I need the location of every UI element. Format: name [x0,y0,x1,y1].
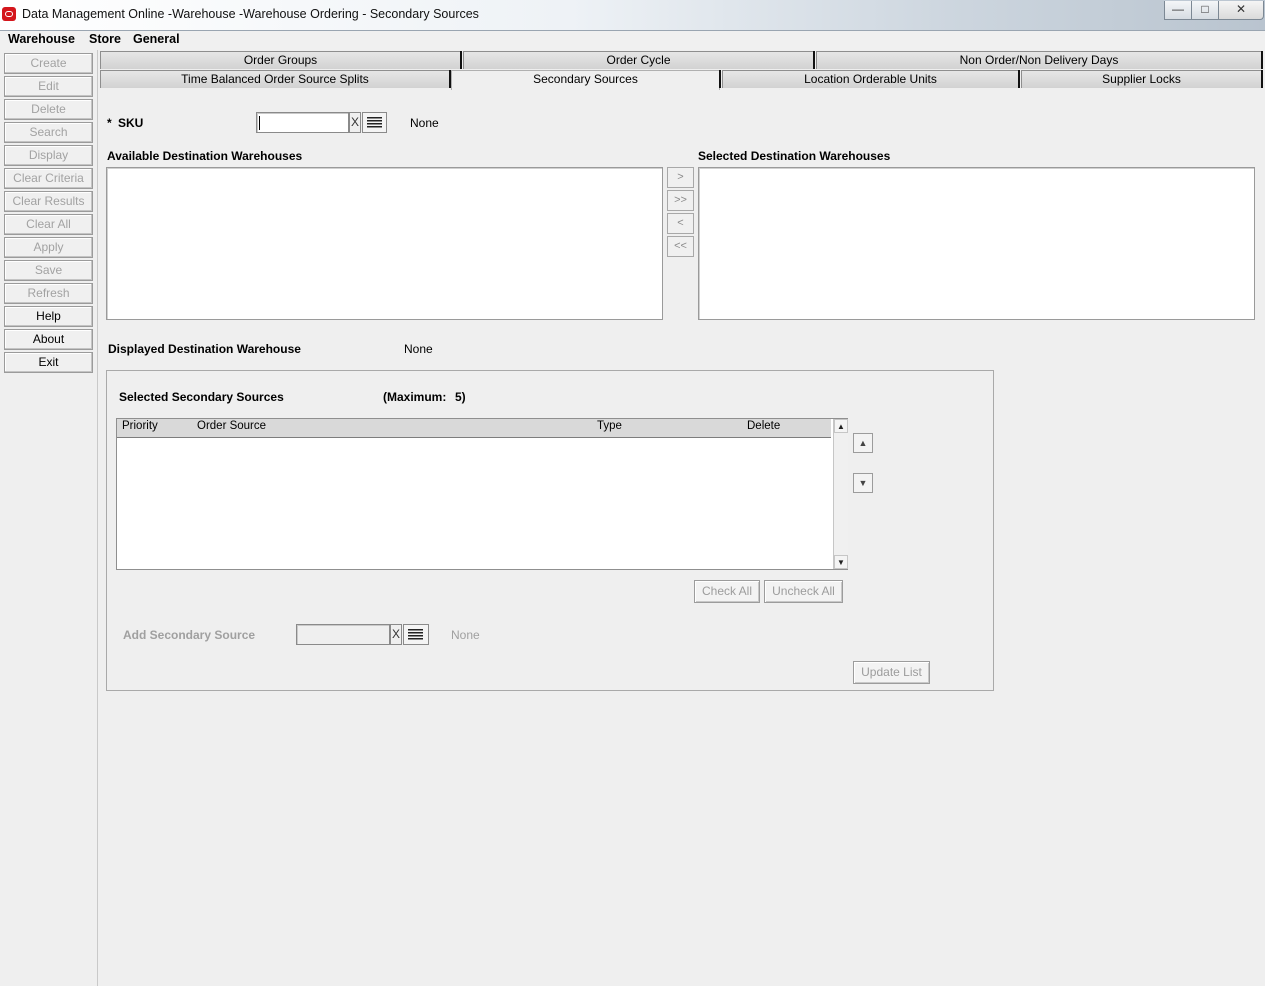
move-left-button[interactable]: < [667,213,694,234]
column-type[interactable]: Type [597,420,622,432]
maximum-value: 5) [455,390,466,404]
tab-secondary-sources[interactable]: Secondary Sources [451,70,721,90]
add-secondary-source-input[interactable] [296,624,390,645]
search-button[interactable]: Search [4,122,93,143]
minimize-button[interactable]: — [1164,1,1192,20]
exit-button[interactable]: Exit [4,352,93,373]
required-marker: * [107,116,112,130]
selected-warehouses-label: Selected Destination Warehouses [698,149,891,163]
tab-separator [716,70,721,88]
column-delete[interactable]: Delete [747,420,780,432]
sku-description: None [410,116,439,130]
available-warehouses-label: Available Destination Warehouses [107,149,303,163]
tab-label: Order Cycle [606,53,671,67]
tab-order-cycle[interactable]: Order Cycle [463,51,815,69]
secondary-sources-title: Selected Secondary Sources [119,390,284,404]
tab-order-groups[interactable]: Order Groups [100,51,462,69]
add-source-list-button[interactable] [403,624,429,645]
column-priority[interactable]: Priority [122,420,158,432]
add-source-description: None [451,628,480,642]
clear-all-button[interactable]: Clear All [4,214,93,235]
sku-list-button[interactable] [362,112,387,133]
tab-label: Secondary Sources [533,72,638,86]
move-down-icon[interactable]: ▼ [853,473,873,493]
display-button[interactable]: Display [4,145,93,166]
tab-label: Supplier Locks [1102,72,1181,86]
move-all-left-button[interactable]: << [667,236,694,257]
tab-separator [457,51,462,69]
uncheck-all-button[interactable]: Uncheck All [764,580,843,603]
create-button[interactable]: Create [4,53,93,74]
tab-supplier-locks[interactable]: Supplier Locks [1021,70,1263,88]
tab-time-balanced[interactable]: Time Balanced Order Source Splits [100,70,451,88]
tab-location-orderable-units[interactable]: Location Orderable Units [722,70,1020,88]
menu-bar: Warehouse Store General [0,31,1265,50]
list-icon [408,629,423,641]
table-header: Priority Order Source Type Delete [117,419,831,438]
maximize-button[interactable]: □ [1191,1,1219,20]
menu-warehouse[interactable]: Warehouse [6,32,77,46]
window-title: Data Management Online -Warehouse -Wareh… [22,7,479,21]
tab-label: Non Order/Non Delivery Days [959,53,1119,67]
menu-general[interactable]: General [131,32,182,46]
update-list-button[interactable]: Update List [853,661,930,684]
column-order-source[interactable]: Order Source [197,420,266,432]
tab-label: Order Groups [243,53,318,67]
displayed-warehouse-value: None [404,342,433,356]
sku-clear-button[interactable]: X [349,112,361,133]
text-caret [259,116,260,130]
clear-results-button[interactable]: Clear Results [4,191,93,212]
clear-criteria-button[interactable]: Clear Criteria [4,168,93,189]
available-warehouses-list[interactable] [106,167,663,320]
move-all-right-button[interactable]: >> [667,190,694,211]
tab-label: Location Orderable Units [804,72,937,86]
secondary-sources-table[interactable]: Priority Order Source Type Delete ▲ ▼ [116,418,848,570]
menu-store[interactable]: Store [87,32,123,46]
apply-button[interactable]: Apply [4,237,93,258]
add-source-clear-button[interactable]: X [390,624,402,645]
move-right-button[interactable]: > [667,167,694,188]
maximum-label: (Maximum: [383,390,447,404]
title-bar: Data Management Online -Warehouse -Wareh… [0,0,1265,31]
delete-button[interactable]: Delete [4,99,93,120]
close-button[interactable]: ✕ [1218,1,1264,20]
tab-separator [1258,51,1263,69]
list-icon [367,117,382,129]
tab-separator [1258,70,1263,88]
check-all-button[interactable]: Check All [694,580,760,603]
action-sidebar: Create Edit Delete Search Display Clear … [0,50,98,986]
move-up-icon[interactable]: ▲ [853,433,873,453]
oracle-app-icon [2,7,16,21]
edit-button[interactable]: Edit [4,76,93,97]
scroll-down-arrow-icon[interactable]: ▼ [834,555,848,569]
help-button[interactable]: Help [4,306,93,327]
table-scrollbar[interactable]: ▲ ▼ [833,419,848,569]
displayed-warehouse-label: Displayed Destination Warehouse [108,342,301,356]
tab-label: Time Balanced Order Source Splits [181,72,369,86]
tab-separator [1015,70,1020,88]
add-secondary-source-label: Add Secondary Source [123,628,256,642]
scroll-up-arrow-icon[interactable]: ▲ [834,419,848,433]
sku-input[interactable] [256,112,349,133]
tab-separator [810,51,815,69]
sku-label: SKU [118,116,144,130]
tab-non-order-days[interactable]: Non Order/Non Delivery Days [816,51,1263,69]
refresh-button[interactable]: Refresh [4,283,93,304]
save-button[interactable]: Save [4,260,93,281]
about-button[interactable]: About [4,329,93,350]
selected-warehouses-list[interactable] [698,167,1255,320]
